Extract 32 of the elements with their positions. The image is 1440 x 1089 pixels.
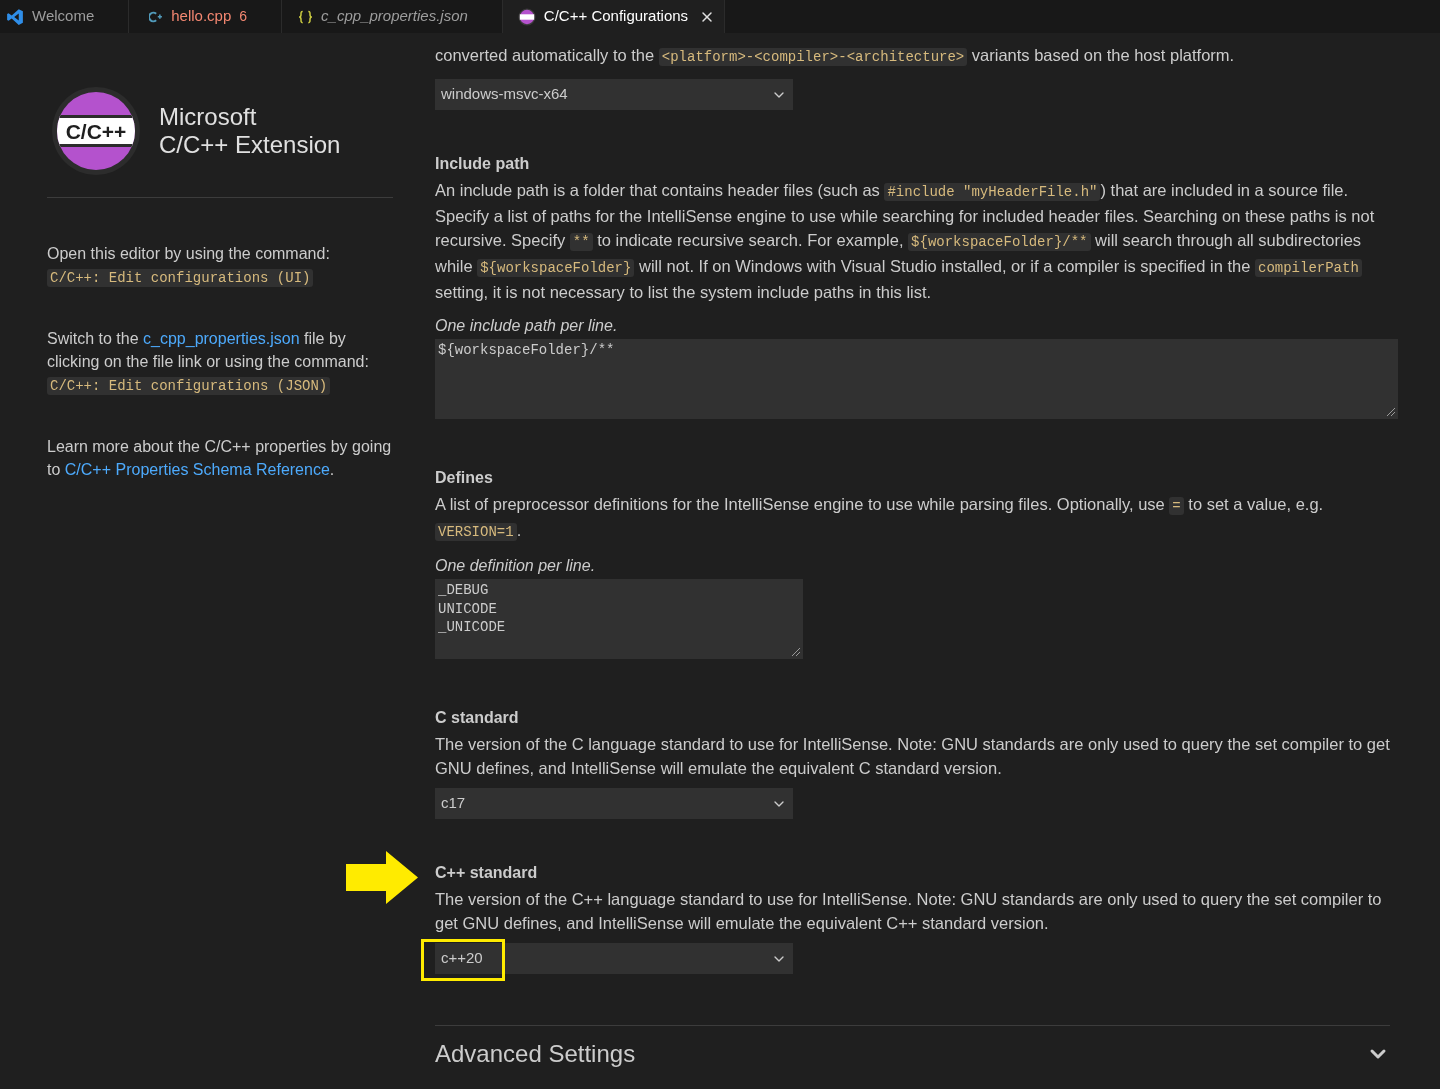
setting-title: Defines <box>435 468 494 488</box>
link[interactable]: C/C++ Properties Schema Reference <box>64 461 330 478</box>
dropdown[interactable]: c17 <box>435 788 793 819</box>
editor-tab[interactable]: C/C++ Configurations <box>502 0 726 33</box>
app-logo-icon <box>6 7 24 26</box>
dropdown[interactable]: c++20 <box>435 943 793 974</box>
extension-logo: C/C++ <box>52 87 140 175</box>
resize-handle-icon <box>792 648 800 656</box>
resize-handle-icon <box>1387 408 1395 416</box>
field-hint: One definition per line. <box>435 556 597 576</box>
setting-description: The version of the C language standard to use for IntelliSense. Note: GNU standards are only used to query the set compiler to get GNU defines, and IntelliSense will emulate the equivalent C standard version. <box>435 734 1391 779</box>
setting-title: C standard <box>435 708 520 728</box>
extension-title: C/C++ Extension <box>159 131 341 159</box>
setting-description: A list of preprocessor definitions for the IntelliSense engine to use while parsing files. Optionally, use = to set a value, e.g. VERSION=1 . <box>435 494 1325 543</box>
text-area[interactable]: ${workspaceFolder}/** <box>435 339 1398 419</box>
c-plus-icon <box>149 10 164 23</box>
advanced-settings-toggle[interactable]: Advanced Settings <box>435 1038 1390 1070</box>
help-paragraph: Learn more about the C/C++ properties by going to C/C++ Properties Schema Reference. <box>47 437 393 480</box>
extension-title: Microsoft <box>159 103 258 131</box>
field-hint: One include path per line. <box>435 316 619 336</box>
setting-description: converted automatically to the <platform>-<compiler>-<architecture> variants based on the host platform. <box>435 45 1236 68</box>
link[interactable]: c_cpp_properties.json <box>143 330 300 347</box>
braces-icon <box>298 9 314 24</box>
setting-description: An include path is a folder that contains header files (such as #include "myHeaderFile.h" ) that are included in a source file. Specify a list of paths for the IntelliSense engine to use while searching for included header files. Searching on these paths is not recursive. Specify ** to indicate recursive search. For example, ${workspaceFolder}/** will search through all subdirectories while ${workspaceFolder} will not. If on Windows with Visual Studio installed, or if a compiler is specified in the compilerPath setting, it is not necessary to list the system include paths in this list. <box>435 180 1376 303</box>
setting-title: Include path <box>435 154 531 174</box>
help-paragraph: Switch to the c_cpp_properties.json file by clicking on the file link or using the command: C/C++: Edit configurations (JSON) <box>47 329 370 397</box>
setting-description: The version of the C++ language standard to use for IntelliSense. Note: GNU standards are only used to query the set compiler to get GNU defines, and IntelliSense will emulate the equivalent C++ standard version. <box>435 889 1383 934</box>
extension-badge-icon <box>517 7 536 26</box>
help-paragraph: Open this editor by using the command: C/C++: Edit configurations (UI) <box>47 244 331 289</box>
dropdown[interactable]: windows-msvc-x64 <box>435 79 793 110</box>
text-area[interactable]: _DEBUG UNICODE _UNICODE <box>435 579 803 659</box>
setting-title: C++ standard <box>435 863 539 883</box>
